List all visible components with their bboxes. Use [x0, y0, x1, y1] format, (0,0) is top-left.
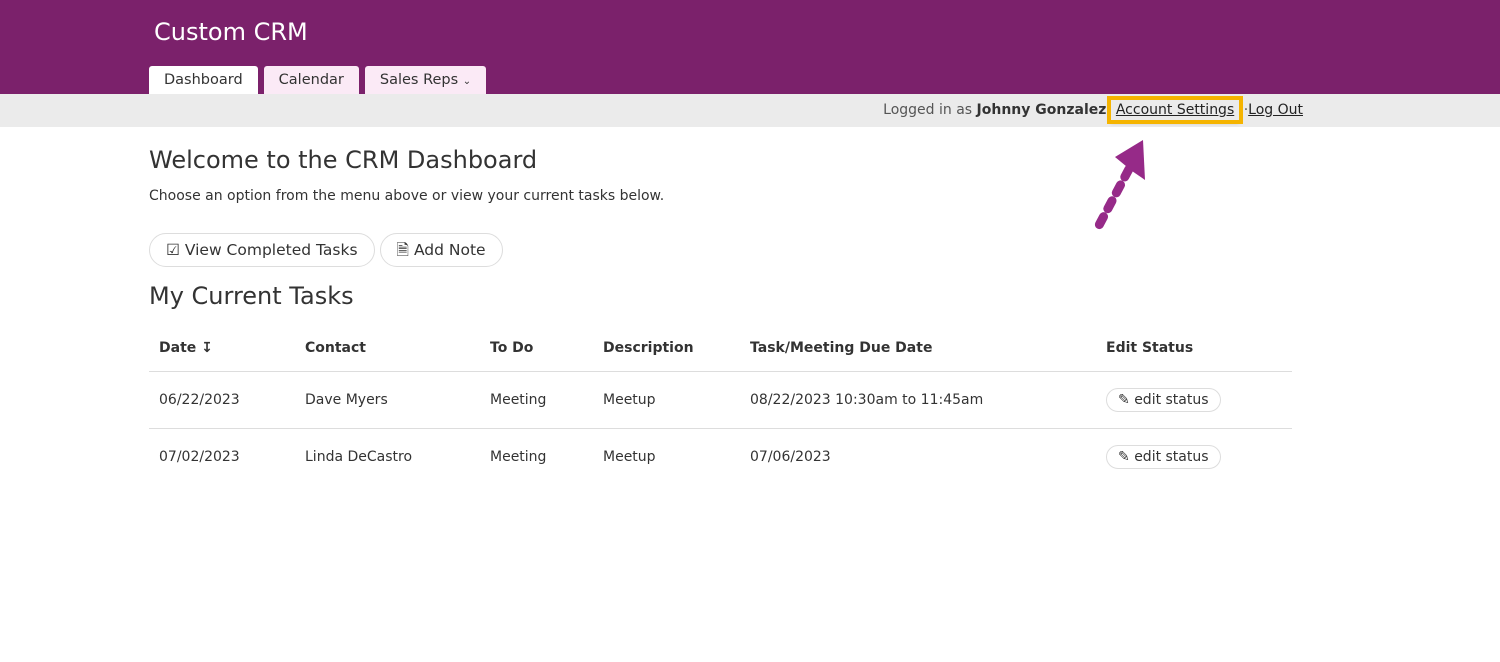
view-completed-tasks-button[interactable]: ☑ View Completed Tasks	[149, 233, 375, 267]
page-title: Welcome to the CRM Dashboard	[149, 146, 538, 174]
edit-status-button[interactable]: ✎ edit status	[1106, 445, 1221, 469]
col-contact: Contact	[295, 325, 480, 372]
cell-description: Meetup	[593, 371, 740, 429]
app-title: Custom CRM	[154, 18, 308, 46]
tab-sales-reps[interactable]: Sales Reps ⌄	[364, 66, 487, 94]
button-label: Add Note	[413, 241, 486, 259]
add-note-button[interactable]: 🗎 Add Note	[379, 233, 503, 267]
cell-contact: Dave Myers	[295, 371, 480, 429]
button-label: View Completed Tasks	[184, 241, 358, 259]
user-bar: Logged in as Johnny Gonzalez Account Set…	[0, 94, 1500, 127]
col-edit-status: Edit Status	[1096, 325, 1292, 372]
col-due-date: Task/Meeting Due Date	[740, 325, 1096, 372]
annotation-arrow-icon	[1092, 140, 1145, 234]
tab-dashboard[interactable]: Dashboard	[149, 66, 258, 94]
tab-calendar[interactable]: Calendar	[263, 66, 359, 94]
tasks-title: My Current Tasks	[149, 282, 354, 310]
header: Custom CRM Dashboard Calendar Sales Reps…	[0, 0, 1500, 94]
logged-in-label: Logged in as	[883, 102, 973, 118]
col-date[interactable]: Date ↧	[149, 325, 295, 372]
cell-description: Meetup	[603, 449, 656, 465]
page-subtitle: Choose an option from the menu above or …	[149, 188, 665, 204]
col-description: Description	[593, 325, 740, 372]
cell-contact: Linda DeCastro	[305, 449, 413, 465]
col-todo: To Do	[480, 325, 593, 372]
tab-label: Sales Reps	[379, 72, 459, 88]
table-row: 07/02/2023 Linda DeCastro Meeting Meetup…	[149, 429, 1292, 486]
cell-date: 06/22/2023	[149, 371, 295, 429]
edit-status-button[interactable]: ✎ edit status	[1106, 388, 1221, 412]
chevron-down-icon: ⌄	[462, 76, 472, 87]
sort-icon: ↧	[201, 340, 213, 356]
user-name: Johnny Gonzalez	[976, 102, 1107, 118]
pencil-icon: ✎	[1118, 392, 1130, 408]
logout-link[interactable]: Log Out	[1248, 102, 1303, 118]
header-label: Date	[159, 340, 197, 356]
document-icon: 🗎	[396, 241, 410, 259]
check-square-icon: ☑	[166, 241, 180, 259]
cell-due: 08/22/2023 10:30am to 11:45am	[740, 371, 1096, 429]
cell-todo: Meeting	[490, 449, 547, 465]
account-settings-link[interactable]: Account Settings	[1106, 96, 1244, 124]
table-row: 06/22/2023 Dave Myers Meeting Meetup 08/…	[149, 371, 1292, 429]
nav-tabs: Dashboard Calendar Sales Reps ⌄	[149, 66, 487, 94]
button-label: edit status	[1134, 392, 1209, 408]
cell-todo: Meeting	[480, 371, 593, 429]
cell-date: 07/02/2023	[159, 449, 240, 465]
button-label: edit status	[1134, 449, 1209, 465]
tasks-table: Date ↧ Contact To Do Description Task/Me…	[149, 325, 1292, 485]
pencil-icon: ✎	[1118, 449, 1130, 465]
cell-due: 07/06/2023	[750, 449, 831, 465]
